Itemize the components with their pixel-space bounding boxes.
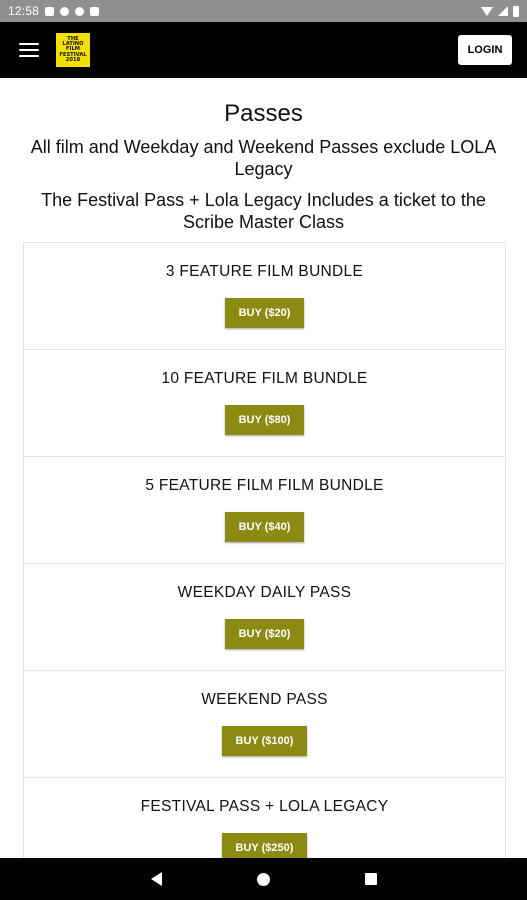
back-icon[interactable]: [150, 872, 162, 886]
buy-button[interactable]: BUY ($250): [221, 833, 308, 858]
buy-button[interactable]: BUY ($20): [224, 298, 305, 328]
battery-icon: [513, 5, 519, 17]
status-bar: 12:58: [0, 0, 527, 22]
logo-line: 2018: [65, 56, 81, 63]
pass-item: WEEKDAY DAILY PASS BUY ($20): [24, 564, 505, 671]
signal-icon: [498, 6, 508, 16]
status-left: 12:58: [0, 4, 100, 18]
sim-icon: [90, 6, 100, 16]
buy-button[interactable]: BUY ($20): [224, 619, 305, 649]
buy-button[interactable]: BUY ($80): [224, 405, 305, 435]
pass-list: 3 FEATURE FILM BUNDLE BUY ($20) 10 FEATU…: [23, 242, 506, 858]
pass-name: WEEKEND PASS: [201, 691, 328, 708]
pass-name: 3 FEATURE FILM BUNDLE: [165, 263, 364, 280]
pass-item: 10 FEATURE FILM BUNDLE BUY ($80): [24, 350, 505, 457]
status-right: [481, 5, 527, 17]
pass-name: FESTIVAL PASS + LOLA LEGACY: [140, 798, 389, 815]
system-nav-bar: [0, 858, 527, 900]
home-icon[interactable]: [256, 872, 270, 886]
pass-name: 5 FEATURE FILM FILM BUNDLE: [145, 477, 384, 494]
passes-note-exclusions: All film and Weekday and Weekend Passes …: [30, 137, 497, 179]
pass-item: 5 FEATURE FILM FILM BUNDLE BUY ($40): [24, 457, 505, 564]
buy-button[interactable]: BUY ($100): [221, 726, 308, 756]
app-icon: [75, 6, 85, 16]
mail-icon: [45, 6, 55, 16]
pass-item: FESTIVAL PASS + LOLA LEGACY BUY ($250): [24, 778, 505, 858]
wifi-icon: [481, 6, 493, 16]
recents-icon[interactable]: [364, 873, 377, 885]
buy-button[interactable]: BUY ($40): [224, 512, 305, 542]
pass-item: WEEKEND PASS BUY ($100): [24, 671, 505, 778]
login-button[interactable]: LOGIN: [458, 35, 512, 65]
app-header: THE LATINO FILM FESTIVAL 2018 LOGIN: [0, 22, 527, 78]
pass-item: 3 FEATURE FILM BUNDLE BUY ($20): [24, 243, 505, 350]
hamburger-menu-icon[interactable]: [19, 43, 39, 57]
pass-name: WEEKDAY DAILY PASS: [177, 584, 352, 601]
festival-logo[interactable]: THE LATINO FILM FESTIVAL 2018: [56, 33, 90, 67]
main-content[interactable]: Passes All film and Weekday and Weekend …: [0, 78, 527, 858]
sync-icon: [60, 6, 70, 16]
passes-note-master-class: The Festival Pass + Lola Legacy Includes…: [41, 190, 486, 232]
page-title: Passes: [224, 100, 303, 127]
status-time: 12:58: [8, 4, 40, 18]
pass-name: 10 FEATURE FILM BUNDLE: [161, 370, 368, 387]
